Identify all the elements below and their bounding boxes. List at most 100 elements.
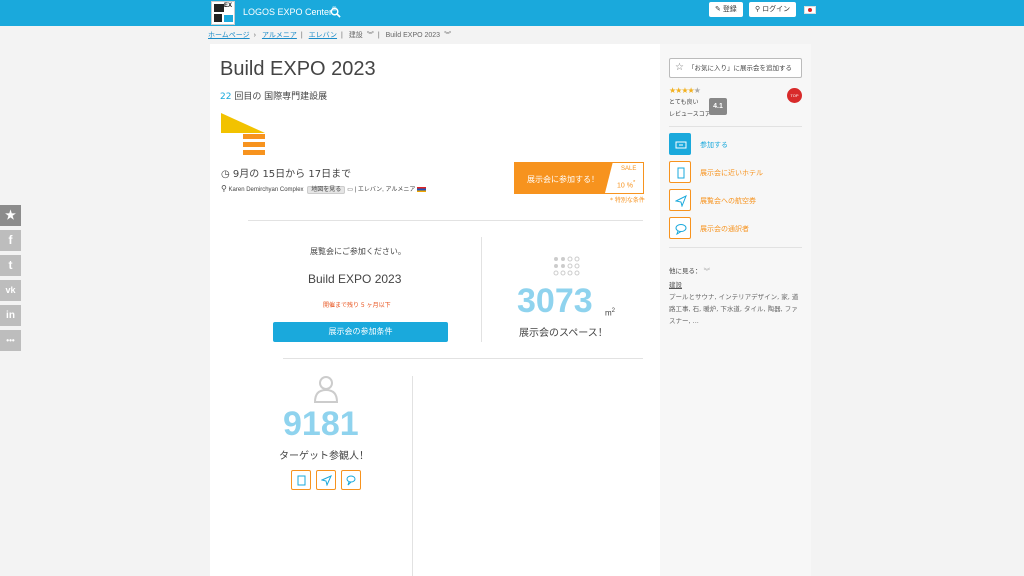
edit-icon: ✎ — [715, 6, 723, 13]
facebook-icon[interactable]: f — [0, 230, 21, 251]
twitter-icon[interactable]: t — [0, 255, 21, 276]
sidebar-item-label: 展示会に近いホテル — [700, 169, 763, 177]
divider — [669, 247, 802, 248]
add-to-favorites-button[interactable]: ☆ 「お気に入り」に展示会を追加する — [669, 58, 802, 78]
chat-icon — [669, 217, 691, 239]
register-button[interactable]: ✎ 登録 — [709, 2, 743, 17]
participate-button[interactable]: 展示会に参加する！ SALE 10 %* — [514, 162, 644, 194]
exhibition-space-value: 3073 — [517, 282, 593, 320]
linkedin-icon[interactable]: in — [0, 305, 21, 326]
see-more-heading[interactable]: 他に見る： ︾ — [669, 265, 710, 275]
sidebar-item-label: 展示会の通訳者 — [700, 225, 749, 233]
location-pin-icon: ⚲ — [221, 184, 227, 193]
add-to-favorites-label: 「お気に入り」に展示会を追加する — [688, 64, 792, 72]
special-conditions-link[interactable]: * 特別な条件 — [610, 195, 645, 204]
sale-percent: 10 % — [617, 182, 633, 190]
countdown-text: 開催まで残り 5 ヶ月以下 — [323, 302, 391, 309]
login-label: ログイン — [762, 6, 791, 13]
breadcrumb: ホームページ › アルメニア | エレバン | 建設 ︾ | Build EXPO 202… — [208, 30, 455, 40]
star-outline-icon: ☆ — [675, 62, 684, 73]
top-badge-icon: TOP — [787, 88, 802, 103]
armenia-flag-icon — [417, 186, 427, 192]
invite-text: 展覧会にご参加ください。 — [310, 247, 406, 256]
rating-stars: ★★★★★ — [669, 86, 701, 95]
space-unit-text: m — [605, 308, 612, 318]
participation-conditions-button[interactable]: 展示会の参加条件 — [273, 322, 448, 342]
sidebar-item-label: 展覧会への航空券 — [700, 197, 756, 205]
plane-icon — [669, 189, 691, 211]
vk-icon[interactable]: vk — [0, 280, 21, 301]
exhibition-space-label: 展示会のスペース！ — [519, 328, 608, 339]
separator: | — [377, 32, 380, 39]
rating-text: とても良い — [669, 99, 699, 106]
brand-name[interactable]: LOGOS EXPO Center© — [243, 7, 336, 17]
tag-list: プールとサウナ, インテリアデザイン, 家, 道路工事, 石, 暖炉, 下水道,… — [669, 293, 799, 325]
hotel-icon — [669, 161, 691, 183]
hotel-button[interactable] — [291, 470, 311, 490]
edition-text: 回目の 国際専門建設展 — [231, 92, 328, 102]
logo-block — [214, 4, 224, 12]
breadcrumb-current[interactable]: Build EXPO 2023 — [386, 32, 440, 39]
japan-flag-icon[interactable] — [804, 6, 816, 14]
map-link[interactable]: 地図を見る — [307, 186, 346, 194]
sidebar-item-label: 参加する — [700, 141, 728, 149]
login-button[interactable]: ⚲ ログイン — [749, 2, 797, 17]
expo-logo — [221, 113, 265, 155]
ticket-icon — [669, 133, 691, 155]
divider — [283, 358, 643, 359]
edition-number: 22 — [220, 92, 232, 102]
flight-button[interactable] — [316, 470, 336, 490]
category-link[interactable]: 建設 — [669, 279, 682, 289]
person-icon — [313, 376, 339, 403]
see-more-label: 他に見る： — [669, 267, 702, 275]
invite-event-name: Build EXPO 2023 — [308, 272, 402, 286]
divider — [481, 237, 482, 342]
logo-text: EX — [224, 3, 233, 9]
event-dates: ◷ 9月の 15日から 17日まで — [221, 165, 351, 180]
event-venue: ⚲ Karen Demirchyan Complex 地図を見る ▭ | エレバン… — [221, 184, 427, 194]
divider — [248, 220, 643, 221]
target-visitors-value: 9181 — [283, 405, 359, 443]
space-unit: m2 — [605, 308, 615, 318]
favorite-star-icon[interactable]: ★ — [0, 205, 21, 226]
chevron-down-icon: ︾ — [366, 32, 374, 39]
register-label: 登録 — [722, 6, 737, 13]
review-score: 4.1 — [709, 98, 727, 115]
hotel-icon — [297, 475, 306, 486]
brand-text: LOGOS EXPO Center — [243, 7, 333, 17]
grid-dots-icon — [553, 256, 580, 276]
logo-accent — [224, 15, 233, 22]
divider — [669, 126, 802, 127]
clock-icon: ◷ — [221, 169, 233, 180]
breadcrumb-country[interactable]: アルメニア — [262, 32, 297, 39]
plane-icon — [321, 475, 332, 486]
chat-icon — [346, 475, 356, 486]
separator: | — [300, 32, 303, 39]
breadcrumb-home[interactable]: ホームページ — [208, 32, 250, 39]
page-title: Build EXPO 2023 — [220, 58, 376, 80]
venue-name[interactable]: Karen Demirchyan Complex — [229, 187, 304, 193]
event-subtitle: 22 回目の 国際専門建設展 — [220, 89, 327, 102]
breadcrumb-city[interactable]: エレバン — [309, 32, 337, 39]
more-share-icon[interactable]: ••• — [0, 330, 21, 351]
chevron-down-icon: ︾ — [444, 32, 452, 39]
logo-block — [214, 14, 222, 22]
breadcrumb-category[interactable]: 建設 — [349, 32, 363, 39]
sale-label: SALE — [621, 166, 637, 172]
search-icon[interactable] — [330, 7, 341, 18]
participate-label: 展示会に参加する！ — [527, 175, 599, 184]
target-visitors-label: ターゲット参観人！ — [279, 451, 369, 462]
map-icon: ▭ — [347, 187, 353, 193]
interpreter-button[interactable] — [341, 470, 361, 490]
chevron-right-icon: › — [253, 32, 256, 39]
sale-value: 10 %* — [617, 180, 635, 189]
review-score-label: レビュースコア — [669, 111, 711, 118]
dates-text: 9月の 15日から 17日まで — [232, 169, 352, 180]
top-nav-bar: EX LOGOS EXPO Center© ✎ 登録 ⚲ ログイン — [0, 0, 1024, 26]
site-logo[interactable]: EX — [211, 1, 235, 25]
sale-mark: * — [632, 180, 636, 186]
sale-badge: SALE 10 %* — [605, 163, 643, 193]
location-text[interactable]: エレバン, アルメニア — [358, 187, 416, 193]
separator: | — [341, 32, 343, 39]
chevron-down-icon: ︾ — [701, 267, 711, 275]
